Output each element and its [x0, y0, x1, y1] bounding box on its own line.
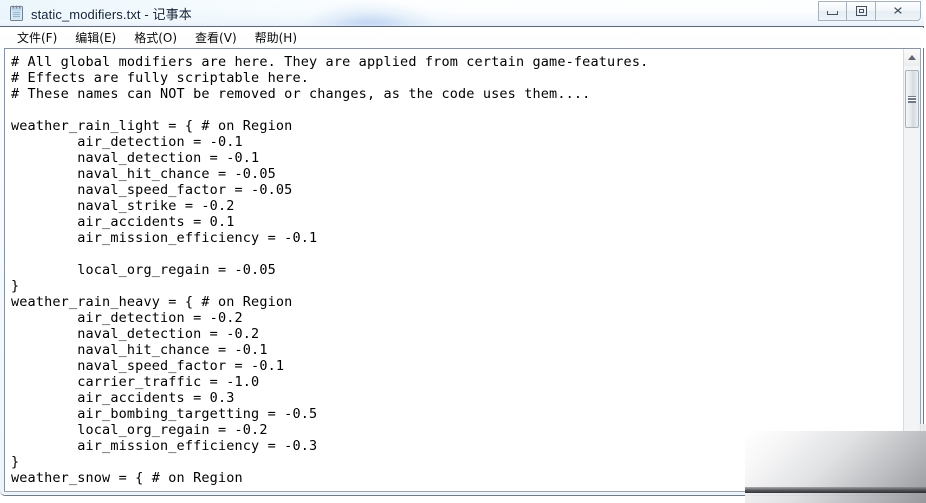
titlebar-aero-glow [300, 2, 440, 26]
code-line: # Effects are fully scriptable here. [11, 70, 309, 86]
menu-edit[interactable]: 编辑(E) [66, 28, 125, 48]
menu-view[interactable]: 查看(V) [186, 28, 246, 48]
code-line: air_detection = -0.2 [11, 310, 243, 326]
code-line: # These names can NOT be removed or chan… [11, 86, 591, 102]
text-editor-area[interactable]: # All global modifiers are here. They ar… [5, 49, 903, 491]
code-line: # All global modifiers are here. They ar… [11, 54, 649, 70]
code-line: air_mission_efficiency = -0.3 [11, 438, 318, 454]
code-line: local_org_regain = -0.05 [11, 262, 276, 278]
scrollbar-thumb[interactable] [905, 70, 919, 128]
scrollbar-grip-icon [908, 95, 916, 103]
code-line: naval_detection = -0.1 [11, 150, 260, 166]
menu-help[interactable]: 帮助(H) [246, 28, 306, 48]
editor-frame: # All global modifiers are here. They ar… [4, 48, 921, 492]
code-line: weather_rain_light = { # on Region [11, 118, 293, 134]
close-icon: ✕ [892, 4, 904, 18]
code-line: naval_detection = -0.2 [11, 326, 260, 342]
code-line: naval_hit_chance = -0.1 [11, 342, 268, 358]
code-line: naval_speed_factor = -0.05 [11, 182, 293, 198]
vertical-scrollbar[interactable] [903, 49, 920, 491]
code-line: weather_snow = { # on Region [11, 470, 243, 486]
scroll-up-button[interactable] [904, 49, 920, 66]
code-line: air_mission_efficiency = -0.1 [11, 230, 318, 246]
notepad-window: static_modifiers.txt - 记事本 ✕ 文件(F) 编辑(E) [0, 0, 924, 496]
code-line: air_detection = -0.1 [11, 134, 243, 150]
close-button[interactable]: ✕ [876, 1, 921, 21]
code-line: air_accidents = 0.1 [11, 214, 235, 230]
window-controls: ✕ [818, 1, 921, 21]
scroll-up-arrow-icon [908, 55, 916, 60]
code-line: carrier_traffic = -1.0 [11, 374, 260, 390]
code-line: naval_speed_factor = -0.1 [11, 358, 285, 374]
code-line: air_accidents = 0.3 [11, 390, 235, 406]
code-line: naval_strike = -0.2 [11, 198, 235, 214]
scrollbar-track[interactable] [904, 66, 920, 491]
code-line: } [11, 278, 20, 294]
code-line: naval_hit_chance = -0.05 [11, 166, 276, 182]
notepad-icon [10, 5, 23, 21]
code-line: local_org_regain = -0.2 [11, 422, 268, 438]
screen-root: static_modifiers.txt - 记事本 ✕ 文件(F) 编辑(E) [0, 0, 926, 503]
minimize-button[interactable] [818, 1, 847, 21]
menu-format[interactable]: 格式(O) [125, 28, 186, 48]
code-line: weather_rain_heavy = { # on Region [11, 294, 293, 310]
menu-file[interactable]: 文件(F) [8, 28, 66, 48]
minimize-icon [827, 11, 838, 15]
code-line: air_bombing_targetting = -0.5 [11, 406, 318, 422]
window-titlebar[interactable]: static_modifiers.txt - 记事本 ✕ [0, 0, 924, 27]
window-title: static_modifiers.txt - 记事本 [31, 7, 192, 22]
code-line: } [11, 454, 20, 470]
menu-bar: 文件(F) 编辑(E) 格式(O) 查看(V) 帮助(H) [0, 28, 924, 48]
maximize-icon [855, 6, 867, 16]
maximize-button[interactable] [847, 1, 876, 21]
